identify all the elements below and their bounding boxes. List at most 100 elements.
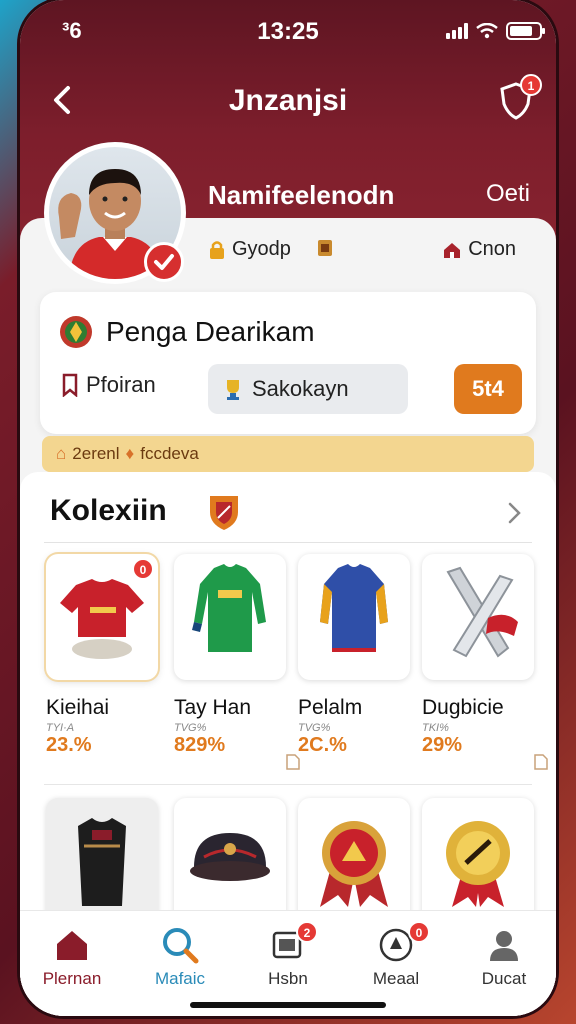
item-thumb[interactable] xyxy=(422,798,534,924)
phone-screen: ³6 13:25 Jnzanjsi 1 Namifeelenodn Oeti G… xyxy=(20,0,556,1016)
nav-bar: Jnzanjsi 1 xyxy=(20,74,556,122)
league-actions: Pfoiran Sakokayn 5t4 xyxy=(40,364,536,416)
divider xyxy=(44,542,532,543)
item-sub: TKI% xyxy=(422,722,449,734)
kit-green-icon xyxy=(192,564,266,652)
collection-card[interactable] xyxy=(174,798,292,924)
status-icons xyxy=(446,22,545,40)
search-value: Sakokayn xyxy=(252,376,349,401)
avatar[interactable] xyxy=(44,142,186,284)
item-percent: 23.% xyxy=(46,734,92,756)
item-name: Pelalm xyxy=(298,696,363,719)
notifications-button[interactable]: 1 xyxy=(498,74,542,120)
home-indicator xyxy=(190,1002,386,1008)
info-strip[interactable]: ⌂ 2erenl ♦ fccdeva xyxy=(42,436,534,472)
status-bar: ³6 13:25 xyxy=(20,16,556,46)
collection-card[interactable]: Pelalm TVG% 2C.% xyxy=(298,554,416,757)
row-divider xyxy=(44,784,532,785)
league-card: Penga Dearikam Pfoiran Sakokayn 5t4 xyxy=(40,292,536,434)
trophy-icon xyxy=(227,380,239,400)
league-title: Penga Dearikam xyxy=(106,316,315,347)
stat-item-1: Gyodp xyxy=(208,238,291,261)
item-name: Tay Han xyxy=(174,696,252,719)
collection-card[interactable]: 0 Kieihai TYI·A 23.% xyxy=(46,554,164,757)
card-icon xyxy=(318,240,332,256)
stat-label-3: Cnon xyxy=(468,238,516,260)
vest-icon xyxy=(78,818,126,906)
tab-label: Ducat xyxy=(481,969,527,988)
stat-item-2 xyxy=(316,238,334,258)
profile-link-button[interactable]: Pfoiran xyxy=(60,372,156,398)
trophy-horn-icon xyxy=(446,566,518,658)
item-name: Kieihai xyxy=(46,696,110,719)
tab-label: Plernan xyxy=(42,969,102,988)
kit-blue-icon xyxy=(320,564,388,652)
tag-icon xyxy=(534,754,548,770)
pin-icon: ⌂ xyxy=(56,444,67,463)
stat-label-1: Gyodp xyxy=(232,238,291,260)
item-percent: 29% xyxy=(422,734,463,756)
wifi-icon xyxy=(476,23,498,39)
collection-card[interactable]: Dugbicie TKI% 29% xyxy=(422,554,540,757)
profile-link-label: Pfoiran xyxy=(86,372,156,397)
item-sub: TYI·A xyxy=(46,722,75,734)
profile-icon xyxy=(490,931,518,961)
signal-icon xyxy=(446,23,468,39)
item-percent: 829% xyxy=(174,734,226,756)
tab-label: Mafaic xyxy=(154,969,206,988)
item-thumb[interactable] xyxy=(174,798,286,924)
item-percent: 2C.% xyxy=(298,734,347,756)
jersey-red-icon xyxy=(60,579,144,659)
badge-icon xyxy=(446,821,510,907)
helmet-icon xyxy=(190,833,270,881)
notification-badge: 1 xyxy=(520,74,542,96)
main-content: Gyodp Cnon Penga Dearikam Pfoiran Sakoka… xyxy=(20,218,556,1016)
tab-badge: 0 xyxy=(408,921,430,943)
collection-card[interactable] xyxy=(298,798,416,924)
tab-label: Hsbn xyxy=(268,969,308,988)
item-thumb[interactable] xyxy=(46,798,158,924)
item-thumb[interactable] xyxy=(174,554,286,680)
tab-cards[interactable]: 2 Hsbn xyxy=(238,921,338,989)
tab-label: Meaal xyxy=(372,969,420,988)
search-icon xyxy=(163,928,199,964)
tag-icon xyxy=(286,754,300,770)
action-button[interactable]: 5t4 xyxy=(454,364,522,414)
profile-extra: Oeti xyxy=(485,180,530,207)
emblem-icon xyxy=(210,496,238,530)
tab-profile[interactable]: Ducat xyxy=(454,925,554,989)
item-thumb[interactable] xyxy=(298,798,410,924)
search-input[interactable]: Sakokayn xyxy=(208,364,408,414)
collection-card[interactable] xyxy=(46,798,164,924)
medal-icon xyxy=(320,821,388,907)
tab-search[interactable]: Mafaic xyxy=(130,925,230,989)
bookmark-icon xyxy=(62,373,78,397)
item-thumb[interactable] xyxy=(298,554,410,680)
home-small-icon xyxy=(444,242,461,258)
collection-card[interactable] xyxy=(422,798,540,924)
profile-name: Namifeelenodn xyxy=(208,180,395,210)
lock-icon xyxy=(210,240,224,259)
info-text-2: fccdeva xyxy=(140,444,199,463)
collection-more-button[interactable] xyxy=(502,498,526,528)
flame-icon: ♦ xyxy=(125,444,135,463)
battery-icon xyxy=(506,22,545,40)
collection-title: Kolexiin xyxy=(50,494,167,527)
tab-medals[interactable]: 0 Meaal xyxy=(346,921,446,989)
item-badge: 0 xyxy=(132,558,154,580)
item-sub: TVG% xyxy=(298,722,331,734)
tab-badge: 2 xyxy=(296,921,318,943)
item-sub: TVG% xyxy=(174,722,207,734)
tab-bar: Plernan Mafaic 2 Hsbn 0 Meaal Ducat xyxy=(20,910,556,1016)
collection-header: Kolexiin xyxy=(50,494,526,534)
item-thumb[interactable]: 0 xyxy=(46,554,158,680)
info-text-1: 2erenl xyxy=(72,444,120,463)
item-name: Dugbicie xyxy=(422,696,504,719)
verified-badge-icon xyxy=(144,242,184,282)
collection-card[interactable]: Tay Han TVG% 829% xyxy=(174,554,292,757)
page-title: Jnzanjsi xyxy=(228,84,348,117)
home-icon xyxy=(57,931,87,960)
item-thumb[interactable] xyxy=(422,554,534,680)
chevron-right-icon xyxy=(508,502,521,524)
tab-home[interactable]: Plernan xyxy=(22,925,122,989)
